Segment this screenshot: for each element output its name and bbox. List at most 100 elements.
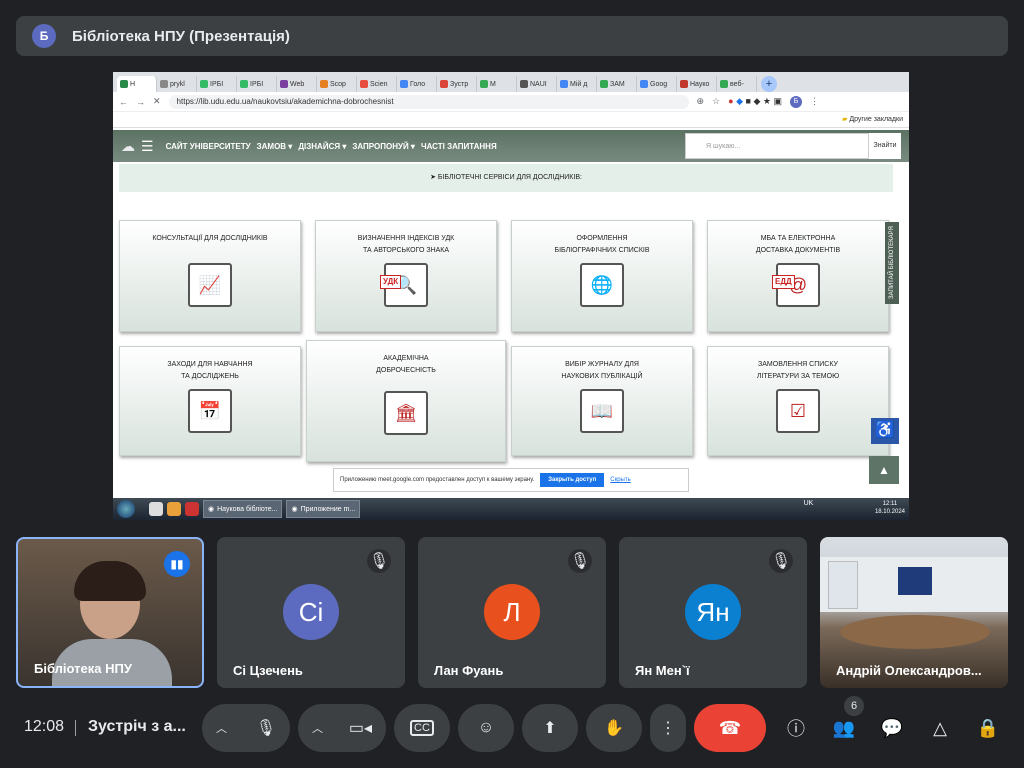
card-title-line1: ВИЗНАЧЕННЯ ІНДЕКСІВ УДК <box>357 235 455 242</box>
favicon-icon <box>160 80 168 88</box>
university-icon: 🏛 <box>384 391 428 435</box>
present-button[interactable]: ⬆ <box>522 704 578 752</box>
people-button[interactable]: 👥 6 <box>824 696 864 748</box>
favicon-icon <box>680 80 688 88</box>
hide-notice-link[interactable]: Скрыть <box>610 477 630 483</box>
tab-label: Goog <box>650 80 668 88</box>
meeting-info-button[interactable]: ⓘ <box>776 708 816 748</box>
site-nav-item[interactable]: ЧАСТІ ЗАПИТАННЯ <box>421 142 497 151</box>
tab-label: Scien <box>370 80 388 88</box>
hang-up-icon: ☎ <box>718 717 742 738</box>
browser-tab[interactable]: Web <box>277 76 317 92</box>
site-nav-item[interactable]: ДІЗНАЙСЯ ▾ <box>298 142 346 151</box>
favicon-icon <box>120 80 128 88</box>
browser-tab[interactable]: Зустр <box>437 76 477 92</box>
microphone-icon[interactable]: 🎙 <box>256 718 276 738</box>
service-card[interactable]: ОФОРМЛЕННЯ БІБЛІОГРАФІЧНИХ СПИСКІВ 🌐 <box>511 220 693 332</box>
tray-lang[interactable]: UK <box>804 500 814 507</box>
captions-button[interactable]: CC <box>394 704 450 752</box>
participant-tile-2[interactable]: 🎙 Сі Сі Цзечень <box>217 537 405 688</box>
chat-button[interactable]: 💬 <box>872 708 912 748</box>
card-title-line1: ОФОРМЛЕННЯ <box>576 235 628 242</box>
folder-icon: ▰ <box>842 116 848 123</box>
site-nav-item[interactable]: ЗАМОВ ▾ <box>257 142 293 151</box>
site-search-button[interactable]: Знайти <box>869 133 901 159</box>
chevron-up-icon[interactable]: ︿ <box>312 720 323 736</box>
activities-button[interactable]: △ <box>920 708 960 748</box>
service-card[interactable]: ЗАМОВЛЕННЯ СПИСКУ ЛІТЕРАТУРИ ЗА ТЕМОЮ ☑ <box>707 346 889 456</box>
service-card[interactable]: ВИБІР ЖУРНАЛУ ДЛЯ НАУКОВИХ ПУБЛІКАЦІЙ 📖 <box>511 346 693 456</box>
site-nav-item[interactable]: ЗАПРОПОНУЙ ▾ <box>352 142 415 151</box>
browser-tab[interactable]: M <box>477 76 517 92</box>
participant-tile-3[interactable]: 🎙 Л Лан Фуань <box>418 537 606 688</box>
hamburger-icon[interactable]: ☰ <box>141 138 154 155</box>
browser-tab[interactable]: Scop <box>317 76 357 92</box>
browser-tab[interactable]: Науко <box>677 76 717 92</box>
edd-icon: @ ЕДД <box>772 263 820 307</box>
browser-tab[interactable]: веб- <box>717 76 757 92</box>
emoji-button[interactable]: ☺ <box>458 704 514 752</box>
menu-icon[interactable]: ⋮ <box>810 96 819 107</box>
pdf-icon[interactable] <box>185 502 199 516</box>
site-logo-icon[interactable]: ☁ <box>121 138 135 155</box>
start-button-icon[interactable] <box>117 500 135 518</box>
service-card[interactable]: АКАДЕМІЧНА ДОБРОЧЕСНІСТЬ 🏛 <box>306 340 506 462</box>
url-field[interactable]: https://lib.udu.edu.ua/naukovtsiu/akadem… <box>168 94 689 109</box>
participant-tile-1[interactable]: ▮▮ Бібліотека НПУ <box>16 537 204 688</box>
back-icon[interactable]: ← <box>119 97 128 107</box>
browser-tab[interactable]: ІРБІ <box>197 76 237 92</box>
media-icon[interactable] <box>167 502 181 516</box>
browser-tab[interactable]: Scien <box>357 76 397 92</box>
bookmarks-bar: ▰ Другие закладки <box>113 112 909 128</box>
browser-tab[interactable]: ІРБІ <box>237 76 277 92</box>
chevron-up-icon[interactable]: ︿ <box>216 720 227 736</box>
udk-icon: 🔍 УДК <box>380 263 428 307</box>
close-icon[interactable]: ✕ <box>153 96 161 107</box>
bookmarks-folder[interactable]: Другие закладки <box>849 116 903 123</box>
card-title-line1: ЗАХОДИ ДЛЯ НАВЧАННЯ <box>167 361 253 368</box>
more-options-button[interactable]: ⋮ <box>650 704 686 752</box>
service-card[interactable]: ВИЗНАЧЕННЯ ІНДЕКСІВ УДК ТА АВТОРСЬКОГО ЗН… <box>315 220 497 332</box>
raise-hand-button[interactable]: ✋ <box>586 704 642 752</box>
profile-avatar[interactable]: Б <box>789 95 802 108</box>
taskbar-item-chrome-1[interactable]: ◉ Наукова бібліоте... <box>203 500 283 518</box>
card-title-line2: ЛІТЕРАТУРИ ЗА ТЕМОЮ <box>756 373 840 380</box>
participant-tile-4[interactable]: 🎙 Ян Ян Мен`ї <box>619 537 807 688</box>
service-card[interactable]: КОНСУЛЬТАЦІЇ ДЛЯ ДОСЛІДНИКІВ 📈 <box>119 220 301 332</box>
service-card[interactable]: ЗАХОДИ ДЛЯ НАВЧАННЯ ТА ДОСЛІДЖЕНЬ 📅 <box>119 346 301 456</box>
meeting-name[interactable]: Зустріч з а... <box>88 718 186 736</box>
new-tab-icon[interactable]: + <box>761 76 777 92</box>
browser-tab[interactable]: Голо <box>397 76 437 92</box>
calendar-monitor-icon: 📅 <box>188 389 232 433</box>
card-title-line2: ТА АВТОРСЬКОГО ЗНАКА <box>362 247 450 254</box>
taskbar-item-chrome-2[interactable]: ◉ Приложение m... <box>286 500 361 518</box>
service-card[interactable]: МБА ТА ЕЛЕКТРОННА ДОСТАВКА ДОКУМЕНТІВ @ ЕДД <box>707 220 889 332</box>
browser-tab[interactable]: prykl <box>157 76 197 92</box>
camera-icon[interactable]: ▭◂ <box>349 718 372 738</box>
site-nav-item[interactable]: САЙТ УНІВЕРСИТЕТУ <box>166 142 251 151</box>
people-count-badge: 6 <box>844 696 864 716</box>
scroll-top-icon[interactable]: ▲ <box>869 456 899 484</box>
browser-tab[interactable]: Goog <box>637 76 677 92</box>
browser-tab[interactable]: ЗАМ <box>597 76 637 92</box>
leave-call-button[interactable]: ☎ <box>694 704 766 752</box>
section-title: ➤ БІБЛІОТЕЧНІ СЕРВІСИ ДЛЯ ДОСЛІДНИКІВ: <box>119 164 893 192</box>
card-title-line1: АКАДЕМІЧНА <box>383 355 429 362</box>
emoji-icon: ☺ <box>477 719 495 736</box>
browser-tab[interactable]: Мій д <box>557 76 597 92</box>
activities-icon: △ <box>933 717 947 738</box>
stop-sharing-button[interactable]: Закрыть доступ <box>540 473 605 487</box>
participant-tile-5[interactable]: Андрій Олександров... <box>820 537 1008 688</box>
zoom-icon[interactable]: ⊕ <box>697 96 705 107</box>
accessibility-icon[interactable]: ♿ <box>871 418 899 444</box>
star-icon[interactable]: ☆ <box>712 96 720 107</box>
site-search-input[interactable]: Я шукаю... <box>685 133 869 159</box>
browser-tab[interactable]: NAUI <box>517 76 557 92</box>
tab-label: prykl <box>170 80 185 88</box>
host-controls-button[interactable]: 🔒 <box>968 708 1008 748</box>
file-icon[interactable] <box>149 502 163 516</box>
forward-icon[interactable]: → <box>136 97 145 107</box>
favicon-icon <box>400 80 408 88</box>
browser-tab[interactable]: Н <box>117 76 157 92</box>
ask-librarian-button[interactable]: ЗАПИТАЙ БІБЛІОТЕКАРЯ <box>885 222 899 304</box>
